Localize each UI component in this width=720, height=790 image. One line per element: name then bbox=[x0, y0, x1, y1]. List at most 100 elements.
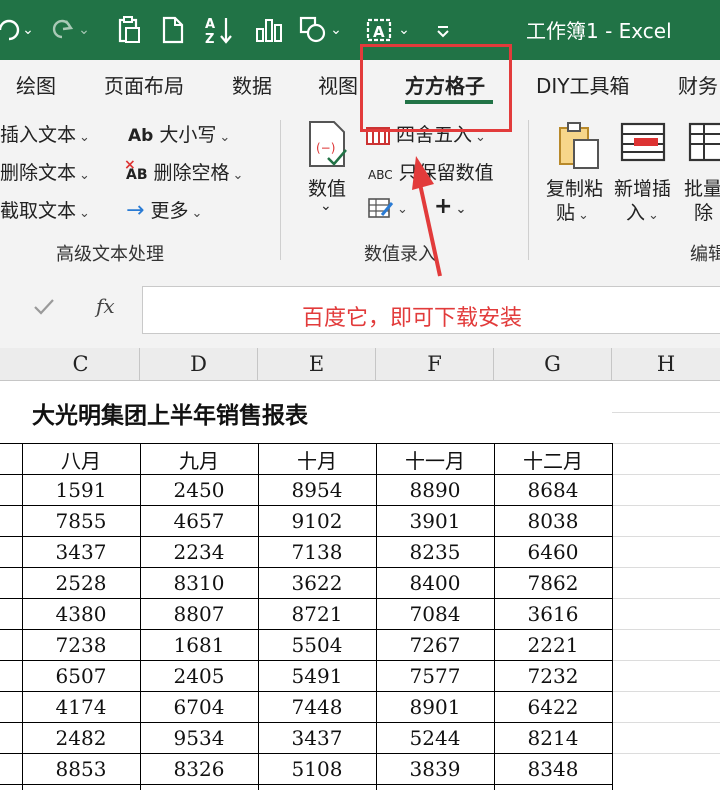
more-button[interactable]: → 更多 ⌄ bbox=[126, 196, 202, 223]
data-cell[interactable]: 5244 bbox=[376, 722, 494, 754]
data-cell[interactable]: 8901 bbox=[376, 691, 494, 723]
column-header-g[interactable]: G bbox=[494, 348, 612, 381]
data-cell[interactable]: 3437 bbox=[22, 536, 140, 568]
shapes-icon[interactable] bbox=[296, 14, 330, 46]
data-cell[interactable]: 5108 bbox=[258, 753, 376, 785]
data-cell[interactable]: 2528 bbox=[22, 567, 140, 599]
tab-page-layout[interactable]: 页面布局 bbox=[104, 70, 184, 99]
data-cell[interactable]: 8235 bbox=[376, 536, 494, 568]
data-cell[interactable]: 8348 bbox=[494, 753, 612, 785]
header-cell[interactable]: 十月 bbox=[258, 443, 376, 475]
data-cell[interactable]: 3622 bbox=[258, 567, 376, 599]
data-cell[interactable]: 7577 bbox=[376, 660, 494, 692]
column-header-e[interactable]: E bbox=[258, 348, 376, 381]
new-insert-button[interactable]: 新增插 bbox=[614, 174, 671, 201]
extract-text-button[interactable]: 截取文本 ⌄ bbox=[0, 196, 90, 223]
data-cell[interactable]: 7267 bbox=[376, 629, 494, 661]
column-header-d[interactable]: D bbox=[140, 348, 258, 381]
column-header-c[interactable]: C bbox=[22, 348, 140, 381]
redo-dropdown-icon[interactable]: ⌄ bbox=[76, 14, 92, 46]
sort-az-icon[interactable]: AZ bbox=[202, 14, 236, 46]
values-dropdown-icon[interactable]: ⌄ bbox=[320, 198, 332, 214]
tab-draw[interactable]: 绘图 bbox=[16, 70, 56, 99]
data-cell[interactable]: 8326 bbox=[140, 753, 258, 785]
data-cell[interactable]: 8310 bbox=[140, 567, 258, 599]
header-cell[interactable]: 十一月 bbox=[376, 443, 494, 475]
data-cell[interactable]: 7238 bbox=[22, 629, 140, 661]
tab-data[interactable]: 数据 bbox=[232, 70, 272, 99]
column-header-f[interactable]: F bbox=[376, 348, 494, 381]
data-cell[interactable]: 8038 bbox=[494, 505, 612, 537]
data-cell[interactable]: 7448 bbox=[258, 691, 376, 723]
textbox-icon[interactable]: A bbox=[362, 14, 396, 46]
data-cell[interactable]: 3901 bbox=[376, 505, 494, 537]
data-cell[interactable]: 5504 bbox=[258, 629, 376, 661]
data-cell[interactable]: 8954 bbox=[258, 474, 376, 506]
data-cell[interactable]: 8721 bbox=[258, 598, 376, 630]
data-cell[interactable]: 9102 bbox=[258, 505, 376, 537]
data-cell[interactable]: 2482 bbox=[22, 722, 140, 754]
header-cell[interactable]: 九月 bbox=[140, 443, 258, 475]
data-cell[interactable]: 1681 bbox=[140, 629, 258, 661]
data-cell[interactable]: 6704 bbox=[140, 691, 258, 723]
delete-spaces-button[interactable]: × AB 删除空格 ⌄ bbox=[124, 157, 243, 185]
textbox-dropdown-icon[interactable]: ⌄ bbox=[396, 14, 412, 46]
case-button[interactable]: Ab 大小写 ⌄ bbox=[128, 120, 230, 147]
chart-icon[interactable] bbox=[252, 14, 286, 46]
data-cell[interactable]: 2234 bbox=[140, 536, 258, 568]
tab-view[interactable]: 视图 bbox=[318, 70, 358, 99]
data-cell[interactable]: 3437 bbox=[258, 722, 376, 754]
data-cell[interactable]: 8807 bbox=[140, 598, 258, 630]
data-cell[interactable]: 2405 bbox=[140, 660, 258, 692]
values-button[interactable]: 数值 bbox=[308, 174, 346, 201]
data-cell[interactable]: 7084 bbox=[376, 598, 494, 630]
data-cell[interactable]: 6422 bbox=[494, 691, 612, 723]
data-cell[interactable]: 4657 bbox=[140, 505, 258, 537]
data-cell[interactable]: 3839 bbox=[376, 753, 494, 785]
data-cell[interactable]: 7855 bbox=[22, 505, 140, 537]
data-cell[interactable]: 7232 bbox=[494, 660, 612, 692]
data-cell[interactable]: 2450 bbox=[140, 474, 258, 506]
tab-finance[interactable]: 财务 bbox=[678, 70, 718, 99]
undo-dropdown-icon[interactable]: ⌄ bbox=[20, 14, 36, 46]
enter-check-icon[interactable] bbox=[32, 296, 56, 318]
gridline bbox=[612, 753, 720, 754]
customize-toolbar-icon[interactable] bbox=[426, 14, 460, 46]
delete-text-button[interactable]: 删除文本 ⌄ bbox=[0, 158, 90, 185]
new-file-icon[interactable] bbox=[156, 14, 190, 46]
header-cell[interactable]: 十二月 bbox=[494, 443, 612, 475]
new-insert-button-line2[interactable]: 入 ⌄ bbox=[626, 198, 659, 225]
data-cell[interactable]: 8853 bbox=[22, 753, 140, 785]
clipboard-icon[interactable] bbox=[112, 14, 146, 46]
data-cell[interactable]: 8400 bbox=[376, 567, 494, 599]
insert-function-icon[interactable]: fx bbox=[96, 294, 115, 318]
data-cell[interactable]: 3616 bbox=[494, 598, 612, 630]
column-header-h[interactable]: H bbox=[612, 348, 720, 381]
data-cell[interactable]: 1591 bbox=[22, 474, 140, 506]
data-cell[interactable]: 7862 bbox=[494, 567, 612, 599]
data-cell[interactable]: 2221 bbox=[494, 629, 612, 661]
data-cell[interactable]: 7138 bbox=[258, 536, 376, 568]
table-pencil-icon bbox=[368, 197, 394, 219]
shapes-dropdown-icon[interactable]: ⌄ bbox=[328, 14, 344, 46]
data-cell[interactable]: 6460 bbox=[494, 536, 612, 568]
data-cell[interactable]: 5491 bbox=[258, 660, 376, 692]
data-cell[interactable]: 8214 bbox=[494, 722, 612, 754]
data-cell[interactable]: 8890 bbox=[376, 474, 494, 506]
data-cell[interactable]: 4380 bbox=[22, 598, 140, 630]
tab-diy-toolbox[interactable]: DIY工具箱 bbox=[536, 70, 630, 99]
header-cell[interactable]: 八月 bbox=[22, 443, 140, 475]
gridline bbox=[612, 722, 720, 723]
insert-text-button[interactable]: 插入文本 ⌄ bbox=[0, 120, 90, 147]
copy-paste-button-line2[interactable]: 贴 ⌄ bbox=[556, 198, 589, 225]
data-cell[interactable]: 8684 bbox=[494, 474, 612, 506]
data-cell[interactable]: 9534 bbox=[140, 722, 258, 754]
copy-paste-button[interactable]: 复制粘 bbox=[546, 174, 603, 201]
batch-delete-button-line2[interactable]: 除 bbox=[694, 198, 713, 225]
data-cell[interactable]: 6507 bbox=[22, 660, 140, 692]
gridline bbox=[612, 443, 720, 444]
batch-delete-button[interactable]: 批量 bbox=[684, 174, 720, 201]
data-cell[interactable]: 4174 bbox=[22, 691, 140, 723]
column-header-b-partial[interactable] bbox=[0, 348, 23, 381]
redo-icon[interactable] bbox=[46, 14, 80, 46]
